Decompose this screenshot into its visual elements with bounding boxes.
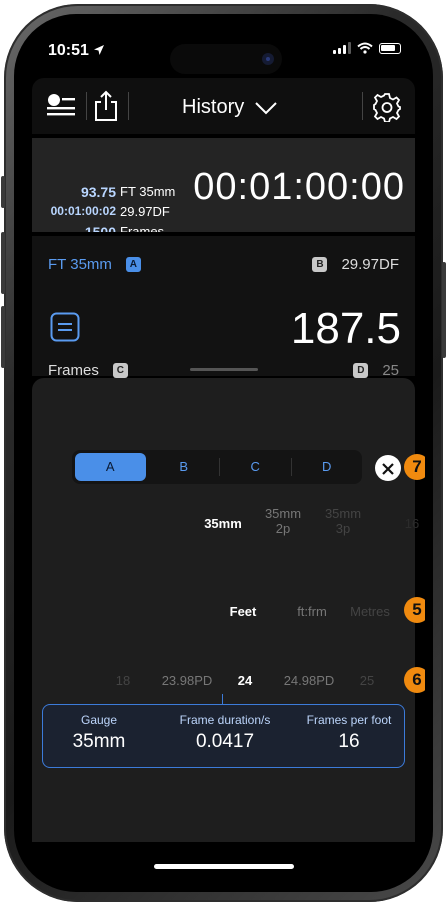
frames-per-foot-label: Frames per foot (306, 713, 392, 727)
history-dropdown[interactable]: History (182, 96, 278, 119)
gauge-option[interactable]: 35mm (198, 516, 248, 531)
result-rate[interactable]: D 25 (353, 362, 399, 379)
status-time: 10:51 (48, 42, 105, 60)
rate-option[interactable]: 25 (352, 673, 382, 688)
front-camera (262, 53, 274, 65)
badge-c: C (112, 363, 128, 378)
counter-timecode-value: 00:01:00:02 (50, 204, 116, 218)
gauge-label: Gauge (80, 713, 118, 727)
battery-icon (379, 42, 401, 54)
result-unit-label: Frames (48, 362, 99, 379)
close-icon (382, 463, 394, 475)
rate-option[interactable]: 24.98PD (276, 673, 342, 688)
frames-per-foot-value: 16 (338, 731, 360, 752)
counter-feet-label: FT 35mm (120, 184, 176, 199)
converter-panel: FT 35mm A B 29.97DF 187.5 Frames C D 25 (32, 236, 415, 379)
menu-list-icon[interactable] (46, 94, 76, 120)
toolbar: History (32, 78, 415, 134)
counter-feet-value: 93.75 (80, 184, 116, 200)
share-icon[interactable] (93, 90, 119, 122)
segment-a[interactable]: A (75, 453, 146, 481)
chevron-down-icon (255, 101, 277, 114)
rate-option[interactable]: 23.98PD (154, 673, 220, 688)
result-unit[interactable]: Frames C (48, 362, 128, 379)
segment-b[interactable]: B (149, 453, 220, 481)
home-indicator[interactable] (154, 864, 294, 869)
toolbar-divider (128, 92, 129, 120)
status-icons (333, 42, 401, 54)
rate-option-selected[interactable]: 24 (230, 673, 260, 688)
drag-handle[interactable] (190, 368, 258, 371)
unit-option-ftfrm[interactable]: ft:frm (282, 604, 342, 619)
wifi-icon (357, 42, 373, 54)
gauge-option[interactable]: 16 (404, 516, 420, 531)
volume-down-button (1, 306, 5, 368)
counter-frames-label: Frames (120, 224, 165, 232)
screen: 10:51 History 93.75 FT 35mm 00:01:00:02 … (22, 22, 425, 884)
segment-control: A B C D (72, 450, 362, 484)
gauge-option[interactable]: 35mm 3p (318, 506, 368, 536)
unit-option-feet[interactable]: Feet (218, 604, 268, 619)
target-rate-label: 29.97DF (341, 256, 399, 273)
source-unit[interactable]: FT 35mm A (48, 256, 141, 273)
power-button (442, 262, 446, 358)
gauge-column: Gauge 35mm (49, 713, 149, 753)
gear-icon[interactable] (372, 92, 402, 122)
result-rate-label: 25 (382, 362, 399, 379)
badge-a: A (125, 257, 141, 272)
toolbar-divider (362, 92, 363, 120)
marker-close: 7 (404, 454, 425, 480)
marker-rate: 6 (404, 667, 425, 693)
close-button[interactable] (375, 455, 401, 481)
gauge-value: 35mm (72, 731, 126, 752)
marker-units: 5 (404, 597, 425, 623)
segment-c[interactable]: C (220, 453, 291, 481)
location-arrow-icon (94, 45, 105, 55)
frame-duration-label: Frame duration/s (179, 713, 271, 727)
volume-up-button (1, 232, 5, 294)
target-rate[interactable]: B 29.97DF (312, 256, 399, 273)
timecode-display: 00:01:00:00 (193, 166, 405, 208)
badge-b: B (312, 257, 328, 272)
mute-switch (1, 176, 5, 208)
result-value: 187.5 (290, 304, 401, 353)
frames-per-foot-column: Frames per foot 16 (297, 713, 401, 753)
counter-rate-label: 29.97DF (120, 204, 170, 219)
badge-d: D (353, 363, 369, 378)
counter-row-frames: 1500 Frames (40, 224, 180, 232)
counter-frames-value: 1500 (84, 224, 116, 232)
toolbar-divider (86, 92, 87, 120)
unit-option-metres[interactable]: Metres (340, 604, 400, 619)
gauge-option[interactable]: 35mm 2p (258, 506, 308, 536)
source-unit-label: FT 35mm (48, 256, 112, 273)
cellular-signal-icon (333, 42, 351, 54)
frame-duration-column: Frame duration/s 0.0417 (163, 713, 287, 753)
rate-option[interactable]: 18 (108, 673, 138, 688)
info-panel: Gauge 35mm Frame duration/s 0.0417 Frame… (42, 704, 405, 768)
keypad-icon[interactable] (50, 312, 80, 342)
segment-d[interactable]: D (292, 453, 363, 481)
history-title: History (182, 96, 245, 118)
settings-sheet: A B C D 7 35mm 35mm 2p 35mm 3p 16 Feet f… (32, 378, 425, 842)
wheel-indicator (222, 694, 223, 704)
frame-duration-value: 0.0417 (195, 731, 255, 752)
counter-panel: 93.75 FT 35mm 00:01:00:02 29.97DF 1500 F… (32, 138, 415, 232)
